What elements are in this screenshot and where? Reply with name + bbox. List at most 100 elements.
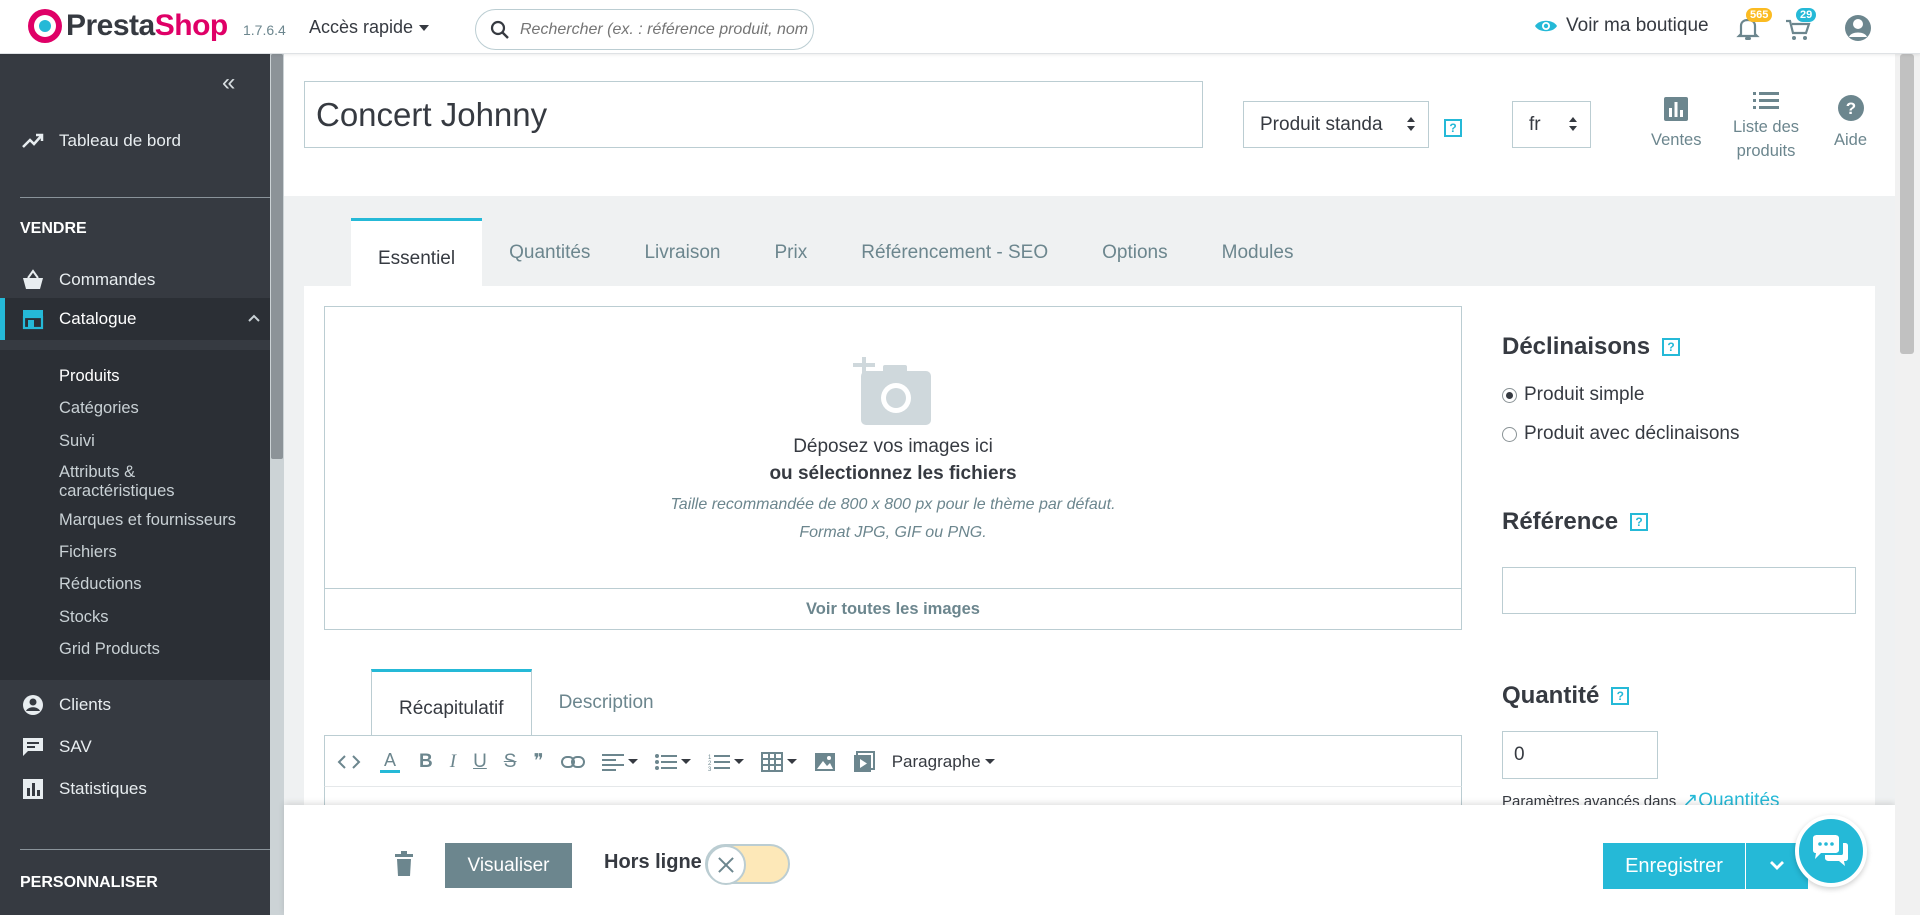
product-type-value: Produit standa <box>1260 113 1383 135</box>
tab-description[interactable]: Description <box>532 669 681 736</box>
paragraph-format-dropdown[interactable]: Paragraphe <box>892 752 995 772</box>
tab-quantities[interactable]: Quantités <box>482 218 617 286</box>
sidebar-item-support[interactable]: SAV <box>0 732 270 762</box>
bold-button[interactable]: B <box>419 751 433 773</box>
submenu-item-files[interactable]: Fichiers <box>59 543 117 562</box>
radio-button-checked[interactable] <box>1502 387 1517 403</box>
trending-up-icon <box>22 133 44 148</box>
preview-button[interactable]: Visualiser <box>445 843 572 888</box>
delete-product-button[interactable] <box>393 851 415 882</box>
notifications-badge: 565 <box>1746 8 1773 22</box>
sidebar-item-orders[interactable]: Commandes <box>0 265 270 295</box>
radio-button[interactable] <box>1502 426 1517 442</box>
quick-access-dropdown[interactable]: Accès rapide <box>309 17 430 38</box>
product-name-input[interactable]: Concert Johnny <box>304 81 1203 148</box>
insert-media-button[interactable] <box>853 750 875 773</box>
submenu-item-brands[interactable]: Marques et fournisseurs <box>59 511 236 530</box>
orders-badge: 29 <box>1796 8 1817 22</box>
code-button[interactable] <box>337 754 361 770</box>
table-dropdown[interactable] <box>760 751 797 772</box>
blockquote-button[interactable]: ❞ <box>533 750 543 773</box>
combinations-help-icon[interactable]: ? <box>1662 338 1681 356</box>
bullet-list-dropdown[interactable] <box>654 753 691 771</box>
product-type-select[interactable]: Produit standa <box>1243 101 1429 148</box>
chevron-up-icon <box>248 314 260 322</box>
sidebar-item-catalog[interactable]: Catalogue <box>0 298 270 340</box>
svg-text:?: ? <box>1845 99 1855 118</box>
link-button[interactable] <box>560 755 585 769</box>
account-button[interactable] <box>1842 12 1874 44</box>
sidebar-item-stats[interactable]: Statistiques <box>0 774 270 804</box>
image-dropzone[interactable]: Déposez vos images ici ou sélectionnez l… <box>324 306 1462 630</box>
radio-product-with-combinations[interactable]: Produit avec déclinaisons <box>1502 423 1739 445</box>
sort-arrows-icon <box>1407 117 1415 131</box>
tab-seo[interactable]: Référencement - SEO <box>834 218 1075 286</box>
code-icon <box>337 754 361 769</box>
insert-image-button[interactable] <box>814 752 836 772</box>
sales-label: Ventes <box>1651 131 1702 149</box>
sidebar-scrollbar[interactable] <box>270 54 284 915</box>
numbered-list-dropdown[interactable]: 123 <box>708 753 744 771</box>
online-toggle[interactable] <box>705 844 790 885</box>
sidebar-scrollbar-thumb[interactable] <box>271 54 283 459</box>
account-circle-icon <box>23 695 43 715</box>
view-all-images-button[interactable]: Voir toutes les images <box>325 588 1461 629</box>
underline-button[interactable]: U <box>473 751 487 773</box>
submenu-item-stocks[interactable]: Stocks <box>59 608 109 627</box>
submenu-item-categories[interactable]: Catégories <box>59 399 139 418</box>
eye-icon <box>1535 20 1557 32</box>
top-header: PrestaShop 1.7.6.4 Accès rapide Voir ma … <box>0 0 1920 54</box>
submenu-item-grid-products[interactable]: Grid Products <box>59 640 160 659</box>
notifications-button[interactable]: 565 <box>1732 8 1773 44</box>
text-color-button[interactable]: A <box>378 750 402 774</box>
product-list-button[interactable]: Liste des produits <box>1733 88 1799 163</box>
tab-summary[interactable]: Récapitulatif <box>371 669 532 736</box>
reference-help-icon[interactable]: ? <box>1630 513 1649 531</box>
save-button[interactable]: Enregistrer <box>1603 843 1745 889</box>
view-shop-link[interactable]: Voir ma boutique <box>1534 15 1709 37</box>
tab-shipping[interactable]: Livraison <box>617 218 747 286</box>
description-tabs: Récapitulatif Description <box>371 669 681 736</box>
bar-chart-icon <box>23 779 43 799</box>
tab-essential[interactable]: Essentiel <box>351 218 483 286</box>
chat-support-button[interactable] <box>1795 815 1867 887</box>
reference-input[interactable] <box>1502 567 1856 614</box>
video-icon <box>853 750 875 772</box>
radio-label: Produit simple <box>1524 384 1645 405</box>
quantity-input[interactable]: 0 <box>1502 731 1658 779</box>
tab-pricing[interactable]: Prix <box>747 218 834 286</box>
submenu-item-discounts[interactable]: Réductions <box>59 575 142 594</box>
submenu-item-monitoring[interactable]: Suivi <box>59 432 95 451</box>
prestashop-logo[interactable]: PrestaShop <box>28 9 228 43</box>
strikethrough-button[interactable]: S <box>504 751 517 773</box>
quantity-help-icon[interactable]: ? <box>1611 687 1630 705</box>
collapse-sidebar-icon[interactable]: « <box>222 69 235 97</box>
summary-editor[interactable] <box>324 786 1462 806</box>
main-scrollbar[interactable] <box>1895 54 1920 915</box>
language-select[interactable]: fr <box>1512 101 1591 148</box>
search-input[interactable] <box>520 20 810 39</box>
italic-button[interactable]: I <box>450 751 456 773</box>
radio-simple-product[interactable]: Produit simple <box>1502 384 1644 406</box>
submenu-item-products[interactable]: Produits <box>59 367 120 386</box>
orders-button[interactable]: 29 <box>1782 8 1817 44</box>
section-title-customize: PERSONNALISER <box>20 874 158 891</box>
submenu-item-attributes[interactable]: Attributs & caractéristiques <box>59 463 175 501</box>
online-status-label: Hors ligne <box>604 851 702 873</box>
tab-modules[interactable]: Modules <box>1195 218 1321 286</box>
product-type-help-icon[interactable]: ? <box>1444 119 1462 137</box>
catalog-submenu: Produits Catégories Suivi Attributs & ca… <box>0 350 270 680</box>
select-files-link[interactable]: ou sélectionnez les fichiers <box>325 463 1461 485</box>
help-button[interactable]: ? Aide <box>1834 92 1867 152</box>
tab-options[interactable]: Options <box>1075 218 1194 286</box>
align-dropdown[interactable] <box>601 753 638 771</box>
table-icon <box>760 751 783 772</box>
section-title-sell: VENDRE <box>20 220 87 237</box>
sales-button[interactable]: Ventes <box>1651 92 1701 152</box>
sidebar-item-customers[interactable]: Clients <box>0 690 270 720</box>
sidebar-item-dashboard[interactable]: Tableau de bord <box>0 126 270 156</box>
chevron-down-icon <box>627 759 638 764</box>
dropzone-size-hint: Taille recommandée de 800 x 800 px pour … <box>670 496 1116 513</box>
main-scrollbar-thumb[interactable] <box>1900 54 1914 354</box>
search-box[interactable] <box>475 9 814 50</box>
